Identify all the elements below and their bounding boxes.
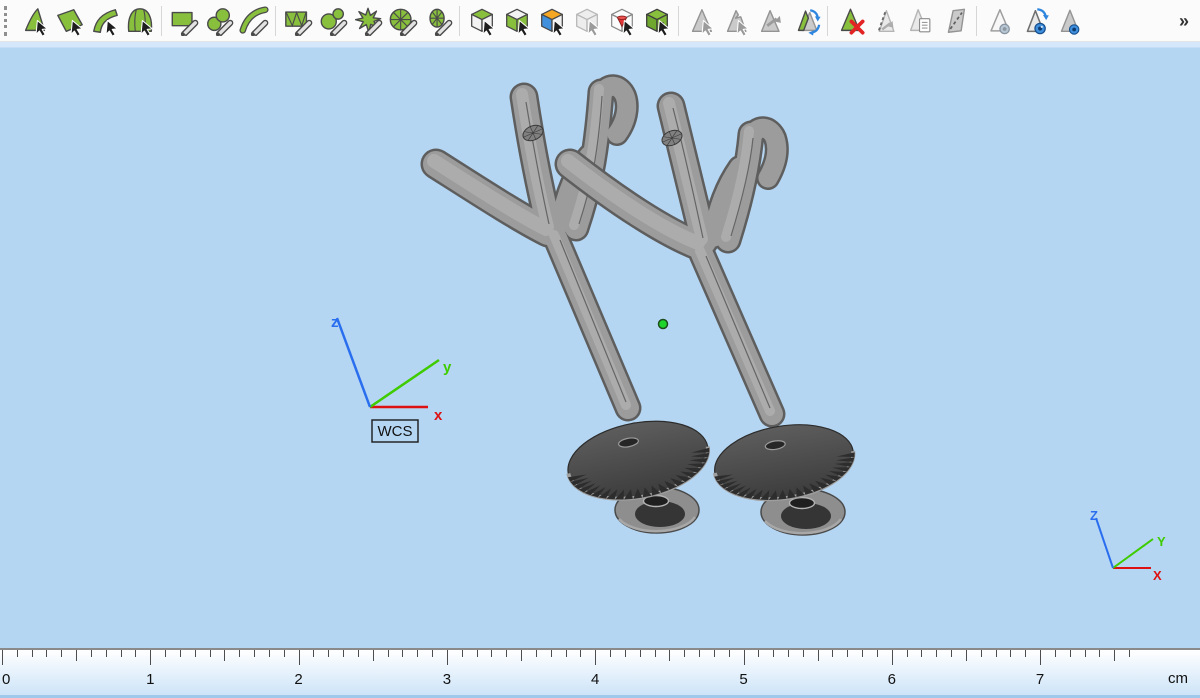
btn-view-cube-solid[interactable]	[639, 3, 674, 39]
btn-mark-disc[interactable]	[385, 3, 420, 39]
model-branching-tube-left[interactable]	[434, 86, 628, 408]
select-shell-icon	[127, 7, 153, 36]
btn-select-triangle[interactable]	[17, 3, 52, 39]
view-cube-top-icon	[470, 8, 495, 36]
select-curved-surface-icon	[92, 8, 118, 36]
wcs-z-axis	[335, 317, 372, 408]
mark-rectangle-icon	[171, 11, 199, 36]
btn-mark-spheres[interactable]	[315, 3, 350, 39]
triangle-hidden-eye-icon	[989, 8, 1010, 34]
mark-mesh-rectangle-icon	[284, 10, 313, 36]
group-triangle-edit-tools	[832, 3, 972, 39]
triangle-cut-icon	[947, 8, 965, 33]
wcs-x-label: x	[434, 407, 443, 424]
mark-freeform-icon	[206, 7, 234, 36]
triangle-duplicate-icon	[909, 8, 930, 32]
toolbar-separator	[678, 5, 679, 36]
mark-spheres-icon	[320, 7, 348, 36]
wcs-y-axis	[369, 358, 440, 409]
toolbar-drag-handle[interactable]	[4, 5, 13, 36]
ruler: cm 01234567	[0, 648, 1200, 695]
btn-triangle-swap[interactable]	[788, 3, 823, 39]
btn-view-cube-sides[interactable]	[499, 3, 534, 39]
scene-canvas: x y z WCS X Y Z	[331, 42, 1166, 583]
mark-narrow-disc-icon	[428, 8, 453, 36]
btn-mark-star[interactable]	[350, 3, 385, 39]
btn-triangle-visible-eye[interactable]	[1051, 3, 1086, 39]
triangle-dashed-icon	[877, 9, 895, 32]
view-cube-solid-icon	[645, 8, 670, 36]
btn-mark-freeform[interactable]	[201, 3, 236, 39]
group-triangle-select-tools	[683, 3, 823, 39]
wcs-y-label: y	[443, 359, 452, 376]
btn-mark-rectangle[interactable]	[166, 3, 201, 39]
toolbar-separator	[827, 5, 828, 36]
group-cube-view-tools	[464, 3, 674, 39]
btn-triangle-show-refresh-eye[interactable]	[1016, 3, 1051, 39]
group-surface-select-tools	[17, 3, 157, 39]
triangle-delete-icon	[840, 8, 865, 35]
toolbar-separator	[459, 5, 460, 36]
mark-curve-icon	[238, 5, 269, 36]
nav-axis-indicator: X Y Z	[1090, 508, 1166, 583]
nav-z-label: Z	[1090, 508, 1098, 523]
btn-view-cube-top[interactable]	[464, 3, 499, 39]
btn-triangle-move[interactable]	[753, 3, 788, 39]
view-cube-sides-icon	[505, 8, 530, 36]
btn-mark-mesh-rectangle[interactable]	[280, 3, 315, 39]
nav-x-label: X	[1153, 568, 1162, 583]
btn-triangle-delete[interactable]	[832, 3, 867, 39]
nav-z-axis	[1095, 517, 1114, 569]
btn-triangle-dashed[interactable]	[867, 3, 902, 39]
nav-y-axis	[1112, 538, 1154, 569]
wcs-label: WCS	[378, 423, 413, 440]
triangle-plain-icon	[691, 8, 714, 36]
mark-disc-icon	[389, 8, 418, 36]
group-mark-pen-tools	[166, 3, 271, 39]
btn-select-shell[interactable]	[122, 3, 157, 39]
mark-star-icon	[354, 7, 383, 36]
triangle-notched-icon	[726, 9, 749, 36]
btn-triangle-notched[interactable]	[718, 3, 753, 39]
btn-view-cube-faded[interactable]	[569, 3, 604, 39]
btn-triangle-plain[interactable]	[683, 3, 718, 39]
view-cube-wireframe-cone-icon	[610, 8, 635, 36]
triangle-show-refresh-eye-icon	[1026, 7, 1049, 34]
group-mark-mesh-tools	[280, 3, 455, 39]
btn-select-surface[interactable]	[52, 3, 87, 39]
toolbar: »	[0, 0, 1200, 42]
btn-view-cube-wireframe-cone[interactable]	[604, 3, 639, 39]
origin-point-marker	[657, 318, 669, 330]
btn-mark-narrow-disc[interactable]	[420, 3, 455, 39]
wcs-axis-indicator: x y z WCS	[331, 314, 452, 443]
btn-mark-curve[interactable]	[236, 3, 271, 39]
btn-triangle-duplicate[interactable]	[902, 3, 937, 39]
group-triangle-visibility-tools	[981, 3, 1086, 39]
triangle-move-icon	[760, 9, 781, 32]
ruler-unit-label: cm	[1168, 670, 1188, 687]
btn-select-curved-surface[interactable]	[87, 3, 122, 39]
toolbar-separator	[275, 5, 276, 36]
wcs-z-label: z	[331, 314, 339, 331]
select-triangle-icon	[24, 7, 48, 36]
toolbar-separator	[976, 5, 977, 36]
triangle-swap-icon	[797, 8, 821, 36]
btn-triangle-hidden-eye[interactable]	[981, 3, 1016, 39]
btn-triangle-cut[interactable]	[937, 3, 972, 39]
view-cube-faded-icon	[575, 8, 600, 36]
model-serrated-disc-left[interactable]	[560, 410, 716, 534]
triangle-visible-eye-icon	[1060, 9, 1079, 35]
view-cube-multicolor-icon	[540, 8, 565, 36]
toolbar-overflow-button[interactable]: »	[1170, 1, 1198, 41]
application-window: » x y z WCS X Y Z cm 0 1 2 3 4 5 6 7	[0, 0, 1200, 698]
btn-view-cube-multicolor[interactable]	[534, 3, 569, 39]
viewport-3d[interactable]: x y z WCS X Y Z	[0, 42, 1200, 648]
model-serrated-disc-right[interactable]	[708, 415, 860, 536]
nav-y-label: Y	[1157, 534, 1166, 549]
toolbar-separator	[161, 5, 162, 36]
select-surface-icon	[56, 8, 83, 36]
